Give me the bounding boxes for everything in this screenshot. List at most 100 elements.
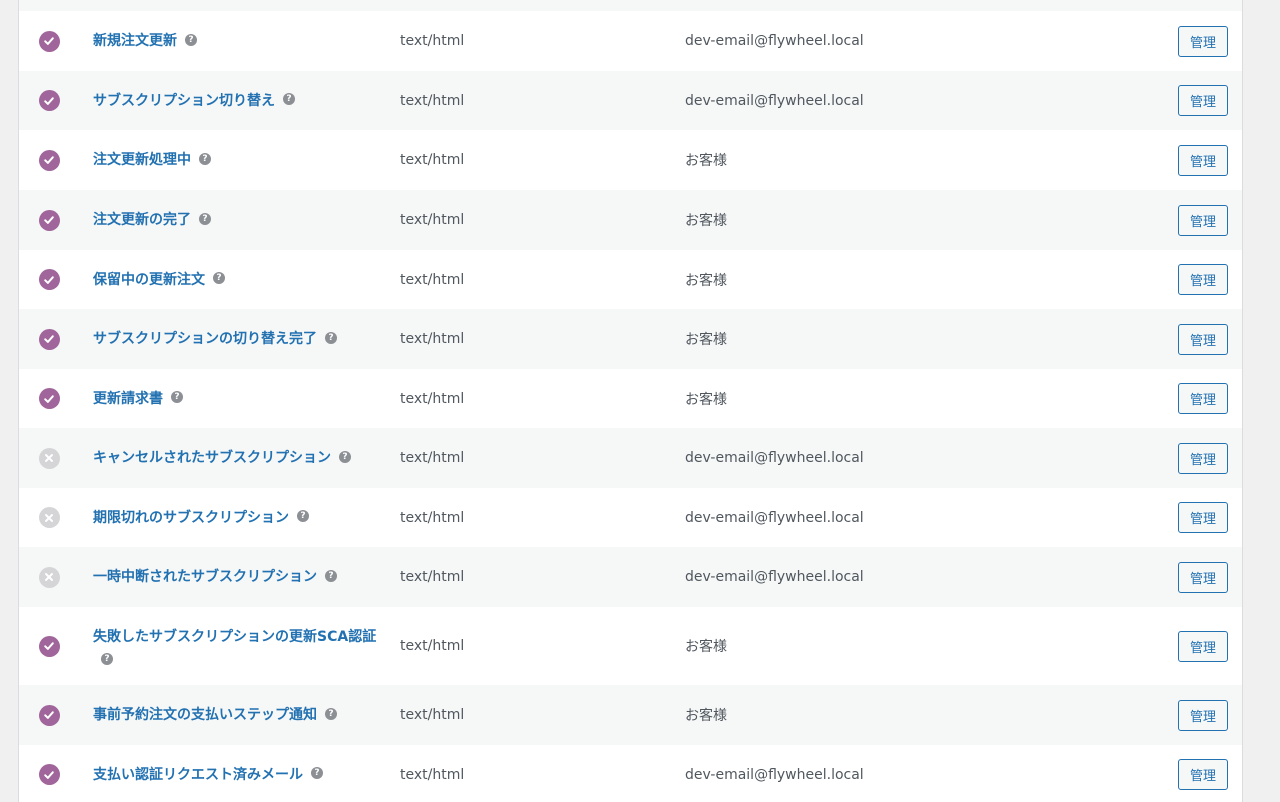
manage-button[interactable]: 管理	[1178, 264, 1228, 295]
status-cell	[19, 209, 77, 231]
table-body: 新規注文更新? text/html dev-email@flywheel.local…	[19, 11, 1242, 802]
help-icon[interactable]: ?	[325, 707, 337, 720]
checkmark-icon	[38, 90, 60, 111]
help-icon[interactable]: ?	[283, 93, 295, 105]
table-row: 事前予約注文の支払いステップ通知? text/html お客様 管理	[19, 685, 1242, 745]
manage-button[interactable]: 管理	[1178, 144, 1228, 176]
table-row: サブスクリプション切り替え? text/html dev-email@flywhee…	[19, 71, 1242, 130]
checkmark-icon	[38, 328, 60, 350]
email-name-cell: 一時中断されたサブスクリプション?	[77, 564, 400, 590]
recipient: お客様	[685, 272, 727, 289]
email-name-link[interactable]: 失敗したサブスクリプションの更新SCA認証	[93, 629, 376, 645]
help-icon[interactable]: ?	[199, 212, 211, 225]
table-row: 注文更新の完了? text/html お客様 管理	[19, 190, 1242, 250]
email-name-link[interactable]: 注文更新処理中	[93, 152, 191, 168]
manage-button[interactable]: 管理	[1178, 759, 1228, 790]
manage-button[interactable]: 管理	[1178, 383, 1228, 414]
table-row: 期限切れのサブスクリプション? text/html dev-email@flywhe…	[19, 488, 1242, 547]
help-icon[interactable]: ?	[325, 569, 337, 582]
help-icon[interactable]: ?	[325, 331, 337, 344]
manage-button[interactable]: 管理	[1178, 323, 1228, 355]
help-icon[interactable]: ?	[339, 450, 351, 463]
help-icon[interactable]: ?	[199, 152, 211, 165]
content-type: text/html	[400, 450, 465, 466]
cross-icon	[38, 507, 60, 528]
email-name-cell: 失敗したサブスクリプションの更新SCA認証?	[77, 624, 400, 669]
cross-icon	[38, 566, 60, 588]
table-row: 一時中断されたサブスクリプション? text/html dev-email@flyw…	[19, 547, 1242, 607]
checkmark-icon	[38, 764, 60, 785]
email-name-cell: 注文更新処理中?	[77, 147, 400, 173]
checkmark-icon	[38, 388, 60, 409]
help-icon[interactable]: ?	[297, 510, 309, 522]
content-type: text/html	[400, 766, 465, 783]
cross-icon	[38, 447, 60, 469]
email-name-link[interactable]: サブスクリプションの切り替え完了	[93, 331, 317, 347]
content-type: text/html	[400, 638, 465, 654]
manage-button[interactable]: 管理	[1178, 204, 1228, 236]
recipient: dev-email@flywheel.local	[685, 92, 864, 109]
email-name-link[interactable]: キャンセルされたサブスクリプション	[93, 450, 331, 466]
email-name-cell: サブスクリプションの切り替え完了?	[77, 326, 400, 352]
email-name-link[interactable]: 期限切れのサブスクリプション	[93, 510, 289, 526]
content-type: text/html	[400, 331, 465, 347]
email-name-cell: 注文更新の完了?	[77, 207, 400, 233]
recipient: dev-email@flywheel.local	[685, 509, 864, 526]
email-name-cell: 保留中の更新注文?	[77, 267, 400, 293]
manage-button[interactable]: 管理	[1178, 442, 1228, 474]
help-icon[interactable]: ?	[171, 391, 183, 403]
checkmark-icon	[38, 149, 60, 171]
help-icon[interactable]: ?	[213, 272, 225, 284]
status-cell	[19, 30, 77, 52]
manage-button[interactable]: 管理	[1178, 699, 1228, 731]
manage-button[interactable]: 管理	[1178, 85, 1228, 116]
content-type: text/html	[400, 152, 465, 168]
content-type: text/html	[400, 569, 465, 585]
checkmark-icon	[38, 704, 60, 726]
email-name-link[interactable]: 一時中断されたサブスクリプション	[93, 569, 317, 585]
table-row: キャンセルされたサブスクリプション? text/html dev-email@fly…	[19, 428, 1242, 488]
status-cell	[19, 704, 77, 726]
status-cell	[19, 90, 77, 111]
status-cell	[19, 447, 77, 469]
email-name-cell: 期限切れのサブスクリプション?	[77, 505, 400, 531]
manage-button[interactable]: 管理	[1178, 630, 1228, 662]
recipient: お客様	[685, 213, 727, 229]
help-icon[interactable]: ?	[101, 653, 113, 665]
status-cell	[19, 328, 77, 350]
table-row: 保留中の更新注文? text/html お客様 管理	[19, 250, 1242, 309]
manage-button[interactable]: 管理	[1178, 25, 1228, 57]
email-name-link[interactable]: サブスクリプション切り替え	[93, 93, 275, 109]
status-cell	[19, 566, 77, 588]
help-icon[interactable]: ?	[185, 33, 197, 46]
table-row: 新規注文更新? text/html dev-email@flywheel.local…	[19, 11, 1242, 71]
manage-button[interactable]: 管理	[1178, 561, 1228, 593]
recipient: dev-email@flywheel.local	[685, 33, 864, 49]
table-row: 注文更新処理中? text/html お客様 管理	[19, 130, 1242, 190]
email-name-link[interactable]: 事前予約注文の支払いステップ通知	[93, 707, 317, 723]
email-name-link[interactable]: 支払い認証リクエスト済みメール	[93, 767, 303, 783]
content-type: text/html	[400, 509, 465, 526]
content-type: text/html	[400, 390, 465, 407]
email-name-cell: 更新請求書?	[77, 386, 400, 412]
email-name-link[interactable]: 新規注文更新	[93, 33, 177, 49]
manage-button[interactable]: 管理	[1178, 502, 1228, 533]
table-row: 更新請求書? text/html お客様 管理	[19, 369, 1242, 428]
content-type: text/html	[400, 707, 465, 723]
table-top-strip	[19, 0, 1242, 11]
recipient: お客様	[685, 708, 727, 724]
checkmark-icon	[38, 30, 60, 52]
email-name-link[interactable]: 更新請求書	[93, 391, 163, 407]
email-name-link[interactable]: 保留中の更新注文	[93, 272, 205, 288]
content-type: text/html	[400, 271, 465, 288]
status-cell	[19, 269, 77, 290]
table-row: 失敗したサブスクリプションの更新SCA認証? text/html お客様 管理	[19, 607, 1242, 685]
recipient: dev-email@flywheel.local	[685, 450, 864, 466]
recipient: お客様	[685, 639, 727, 655]
email-name-cell: 新規注文更新?	[77, 28, 400, 54]
recipient: dev-email@flywheel.local	[685, 569, 864, 585]
recipient: お客様	[685, 391, 727, 408]
email-name-link[interactable]: 注文更新の完了	[93, 212, 191, 228]
help-icon[interactable]: ?	[311, 767, 323, 779]
content-type: text/html	[400, 92, 465, 109]
